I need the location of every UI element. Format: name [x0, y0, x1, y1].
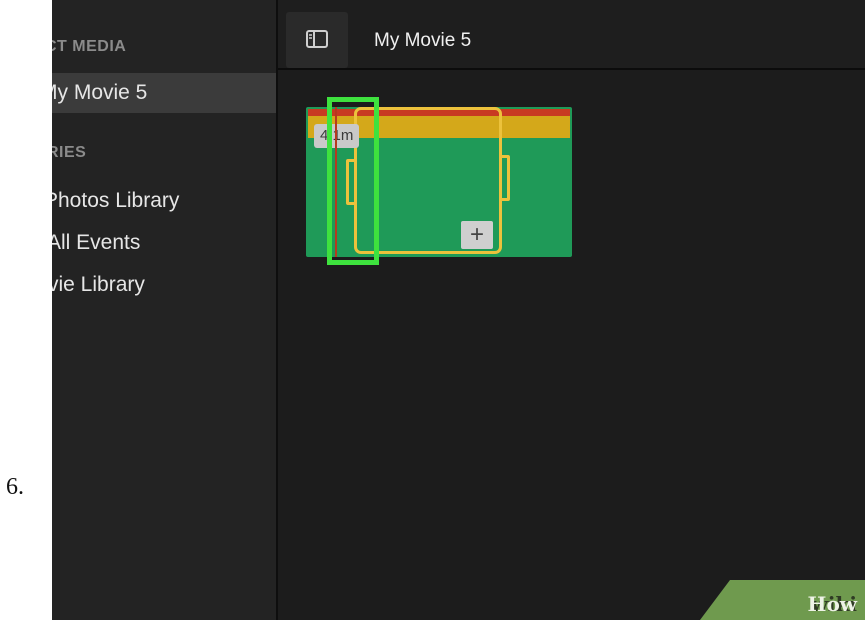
sidebar-toggle-icon: [306, 30, 328, 48]
sidebar: CT MEDIA My Movie 5 RIES Photos Library …: [52, 0, 278, 620]
sidebar-item-label: Photos Library: [52, 189, 180, 212]
sidebar-toggle-button[interactable]: [286, 12, 348, 68]
sidebar-item-label: vie Library: [52, 273, 145, 296]
wikihow-watermark: wiki How: [700, 580, 865, 620]
sidebar-item-label: My Movie 5: [52, 81, 148, 104]
project-title: My Movie 5: [374, 30, 472, 51]
step-number: 6.: [6, 474, 24, 500]
imovie-window: CT MEDIA My Movie 5 RIES Photos Library …: [52, 0, 865, 620]
sidebar-item-movie-library[interactable]: vie Library: [52, 265, 276, 305]
add-clip-button[interactable]: +: [461, 221, 493, 249]
sidebar-item-photos-library[interactable]: Photos Library: [52, 181, 276, 221]
clip-right-trim-handle[interactable]: [499, 155, 510, 201]
sidebar-item-label: All Events: [52, 231, 141, 254]
highlight-box: [327, 97, 379, 265]
project-media-header: CT MEDIA: [52, 38, 127, 55]
sidebar-item-all-events[interactable]: All Events: [52, 223, 276, 263]
sidebar-item-my-movie-5[interactable]: My Movie 5: [52, 73, 276, 113]
project-toolbar: My Movie 5: [278, 0, 865, 70]
libraries-header: RIES: [52, 144, 87, 161]
project-browser: My Movie 5 4.1m + wikiHow: [278, 0, 865, 620]
